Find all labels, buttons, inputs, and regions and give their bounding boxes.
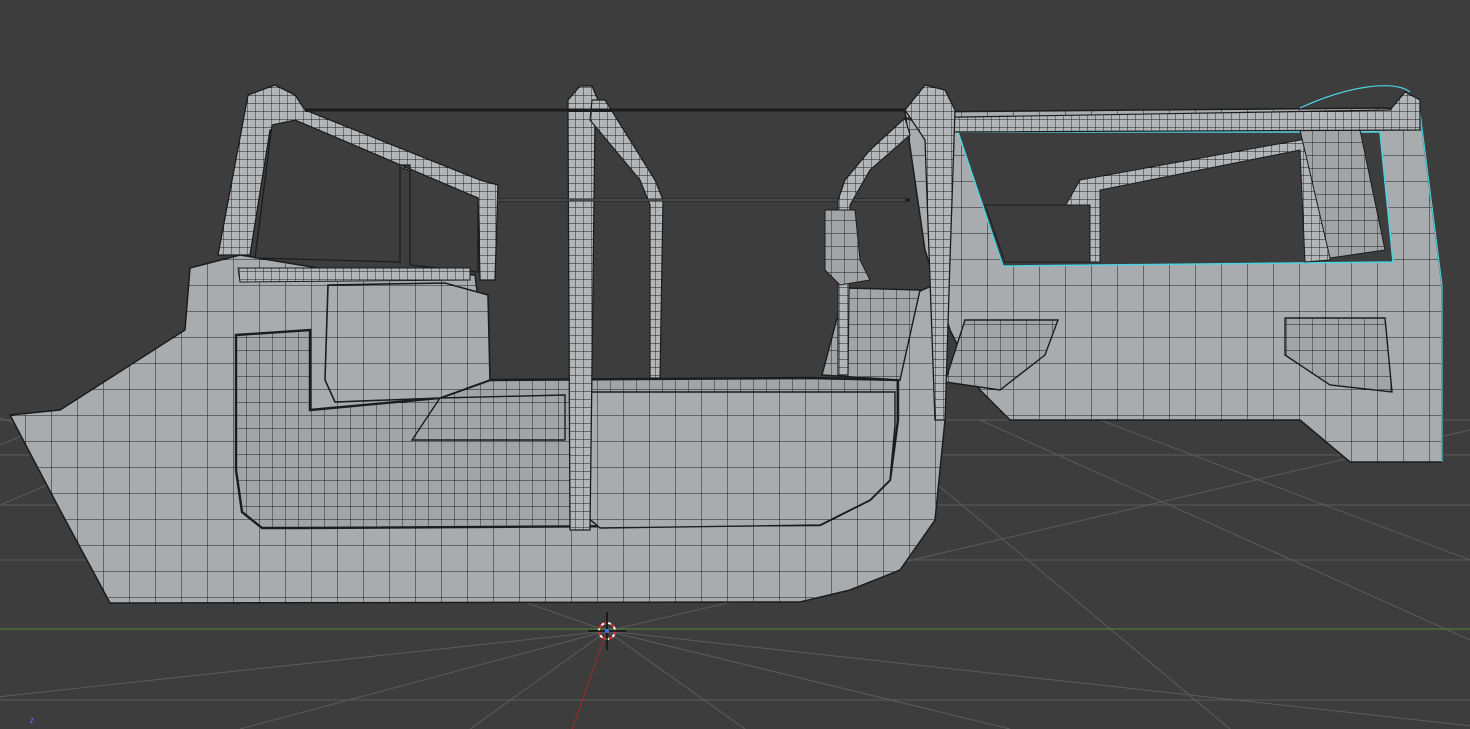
- 3d-viewport[interactable]: z: [0, 0, 1470, 729]
- mesh-main-body[interactable]: [8, 254, 946, 604]
- 3d-cursor-icon[interactable]: [588, 612, 626, 650]
- mesh-front-frame[interactable]: [217, 84, 499, 283]
- mesh-rear-body[interactable]: [904, 107, 1443, 463]
- axis-label: z: [29, 716, 35, 726]
- y-axis-line: [571, 630, 608, 729]
- viewport-canvas[interactable]: [0, 0, 1470, 729]
